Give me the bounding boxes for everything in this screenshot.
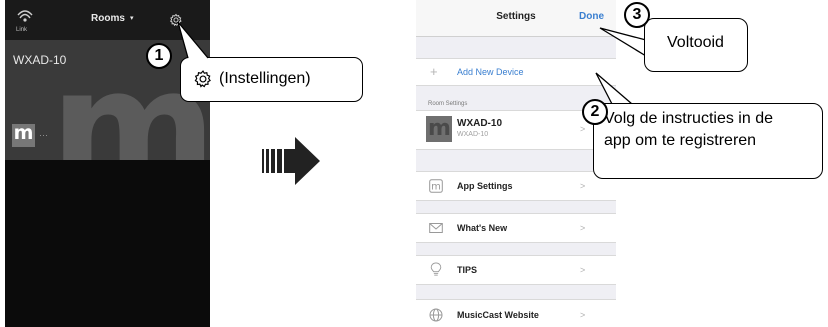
now-playing-placeholder: ··· xyxy=(39,130,48,140)
musiccast-logo-icon: m xyxy=(13,122,34,144)
globe-icon xyxy=(429,308,443,322)
room-subtitle: WXAD-10 xyxy=(457,131,489,138)
callout-done-text: Voltooid xyxy=(667,34,724,51)
chevron-right-icon: > xyxy=(580,124,586,134)
room-card[interactable]: m WXAD-10 xyxy=(5,40,210,160)
chevron-down-icon[interactable]: ▾ xyxy=(130,14,134,22)
step-2-badge: 2 xyxy=(582,99,608,125)
callout-settings: (Instellingen) xyxy=(180,57,363,102)
room-thumbnail: m xyxy=(426,116,452,142)
envelope-icon xyxy=(429,223,443,233)
link-label: Link xyxy=(16,27,28,33)
svg-text:m: m xyxy=(431,182,441,193)
chevron-right-icon: > xyxy=(580,223,586,233)
tips-cell[interactable]: TIPS > xyxy=(416,255,616,285)
settings-screen: Settings Done + Add New Device Room Sett… xyxy=(416,0,616,327)
lightbulb-icon xyxy=(430,262,442,276)
plus-icon: + xyxy=(430,64,438,79)
callout-register-line1: Volg de instructies in de xyxy=(604,110,773,127)
add-new-device-cell[interactable]: + Add New Device xyxy=(416,58,616,86)
musiccast-website-label: MusicCast Website xyxy=(457,310,539,320)
callout-register: Volg de instructies in de app om te regi… xyxy=(593,103,823,179)
add-new-device-label: Add New Device xyxy=(457,67,524,77)
musiccast-website-cell[interactable]: MusicCast Website > xyxy=(416,299,616,327)
whats-new-cell[interactable]: What's New > xyxy=(416,213,616,243)
link-icon[interactable] xyxy=(16,9,34,23)
whats-new-label: What's New xyxy=(457,223,508,233)
callout-done: Voltooid xyxy=(644,18,748,72)
chevron-right-icon: > xyxy=(580,265,586,275)
home-header: Link Rooms ▾ xyxy=(5,0,210,40)
arrow-right-icon xyxy=(262,137,320,185)
callout-settings-text: (Instellingen) xyxy=(219,70,311,87)
tips-label: TIPS xyxy=(457,265,478,275)
callout-register-line2: app om te registreren xyxy=(604,132,757,149)
gear-icon[interactable] xyxy=(169,13,183,27)
chevron-right-icon: > xyxy=(580,310,586,320)
app-settings-cell[interactable]: m App Settings > xyxy=(416,171,616,201)
settings-nav-bar: Settings Done xyxy=(416,0,616,37)
home-screen: Link Rooms ▾ m WXAD-10 m ··· xyxy=(5,0,210,327)
rooms-title[interactable]: Rooms xyxy=(91,13,125,24)
app-settings-label: App Settings xyxy=(457,181,513,191)
room-settings-header: Room Settings xyxy=(428,101,468,107)
step-3-badge: 3 xyxy=(624,2,650,28)
source-thumbnail[interactable]: m xyxy=(12,122,35,147)
room-name: WXAD-10 xyxy=(13,53,67,67)
room-name: WXAD-10 xyxy=(457,118,503,129)
musiccast-app-icon: m xyxy=(429,179,443,193)
chevron-right-icon: > xyxy=(580,181,586,191)
gear-icon xyxy=(194,70,211,88)
musiccast-logo-icon: m xyxy=(428,116,451,141)
done-button[interactable]: Done xyxy=(579,11,604,22)
step-1-badge: 1 xyxy=(146,43,172,69)
